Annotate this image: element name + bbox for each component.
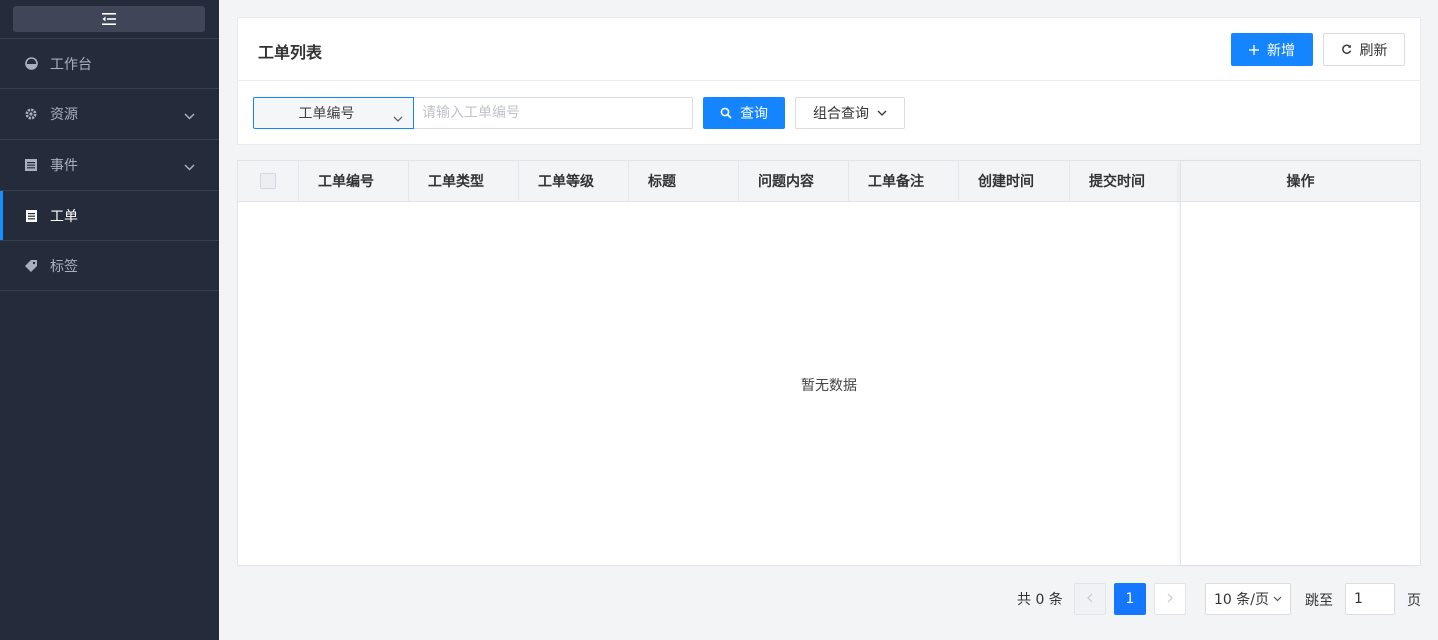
combined-query-label: 组合查询 [813,106,869,122]
sidebar-item-tags[interactable]: 标签 [0,241,219,290]
chevron-down-icon [1273,596,1282,602]
search-panel: 工单列表 新增 刷新 工单编号 查询 组合查询 [237,17,1421,145]
column-header[interactable]: 工单备注 [849,161,959,201]
document-icon [24,209,38,223]
dashboard-icon [24,57,38,71]
search-icon [720,107,732,119]
sidebar-item-label: 工作台 [50,56,92,73]
tag-icon [24,259,38,273]
jump-to-page-input[interactable] [1345,583,1395,615]
column-header[interactable]: 创建时间 [959,161,1070,201]
collapse-menu-icon [102,13,116,25]
sidebar-item-workbench[interactable]: 工作台 [0,39,219,88]
page-size-value: 10 条/页 [1214,592,1269,608]
column-header[interactable]: 提交时间 [1070,161,1180,201]
query-button[interactable]: 查询 [703,97,785,129]
gear-icon [24,107,38,121]
chevron-down-icon [184,159,195,175]
pagination-total: 共 0 条 [1017,592,1063,608]
select-all-cell [238,161,299,201]
select-all-checkbox[interactable] [260,173,276,189]
chevron-down-icon [184,108,195,124]
refresh-button[interactable]: 刷新 [1323,33,1405,66]
next-page-button[interactable] [1154,583,1186,615]
search-field-value: 工单编号 [298,106,355,122]
prev-page-button[interactable] [1074,583,1106,615]
column-header[interactable]: 标题 [629,161,739,201]
add-button-label: 新增 [1267,42,1295,59]
sidebar-item-events[interactable]: 事件 [0,140,219,189]
sidebar: 工作台 资源 事件 工单 标签 [0,0,219,640]
add-button[interactable]: 新增 [1231,33,1313,66]
page-title: 工单列表 [258,43,323,62]
page-size-select[interactable]: 10 条/页 [1205,583,1291,615]
chevron-right-icon [1167,591,1173,607]
sidebar-item-label: 工单 [50,208,78,225]
sidebar-collapse-button[interactable] [13,6,205,32]
action-column-header: 操作 [1181,161,1420,202]
table-header: 工单编号 工单类型 工单等级 标题 问题内容 工单备注 创建时间 提交时间 [238,161,1180,202]
jump-to-label: 跳至 [1305,593,1333,609]
refresh-icon [1341,44,1352,55]
chevron-down-icon [393,110,403,126]
empty-state-text: 暂无数据 [801,378,857,394]
chevron-left-icon [1087,591,1093,607]
ticket-table: 工单编号 工单类型 工单等级 标题 问题内容 工单备注 创建时间 提交时间 暂无… [237,160,1421,566]
sidebar-divider [0,290,219,291]
refresh-button-label: 刷新 [1359,42,1388,59]
search-input[interactable] [414,97,693,129]
page-number-current[interactable]: 1 [1114,583,1146,615]
sidebar-item-label: 标签 [50,258,78,275]
column-header[interactable]: 工单等级 [519,161,629,201]
header-divider [238,80,1420,81]
sidebar-item-resources[interactable]: 资源 [0,89,219,138]
search-field-select[interactable]: 工单编号 [253,97,414,129]
column-header[interactable]: 问题内容 [739,161,849,201]
sidebar-item-label: 事件 [50,157,78,174]
column-header[interactable]: 工单编号 [299,161,409,201]
chevron-down-icon [877,110,887,116]
action-column: 操作 [1180,161,1420,565]
column-header[interactable]: 工单类型 [409,161,519,201]
list-icon [24,158,38,172]
plus-icon [1249,44,1259,55]
sidebar-item-tickets[interactable]: 工单 [0,191,219,240]
sidebar-item-label: 资源 [50,106,78,123]
page-unit-label: 页 [1407,593,1421,609]
query-button-label: 查询 [740,106,768,122]
combined-query-button[interactable]: 组合查询 [795,97,905,129]
